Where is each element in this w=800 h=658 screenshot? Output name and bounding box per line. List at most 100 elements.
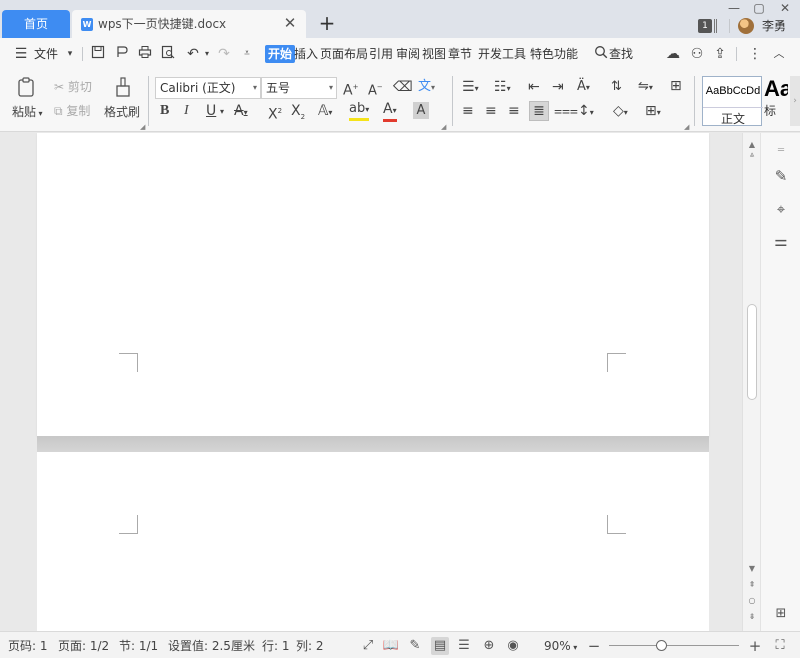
phonetic-guide-icon[interactable]: 文▾ <box>418 78 435 97</box>
decrease-font-size-icon[interactable]: A− <box>368 78 383 100</box>
page-view-icon[interactable]: ▤ <box>431 637 449 655</box>
search-label[interactable]: 查找 <box>609 45 633 63</box>
tab-document[interactable]: W wps下一页快捷键.docx ✕ <box>72 10 306 38</box>
paste-button[interactable]: 粘贴 ▾ <box>12 103 43 123</box>
superscript-button[interactable]: X2 <box>268 102 282 124</box>
show-hide-marks-icon[interactable]: ⇋▾ <box>638 78 653 97</box>
font-size-select[interactable]: 五号 ▾ <box>261 77 337 99</box>
italic-button[interactable]: I <box>184 102 189 120</box>
format-painter-button[interactable]: 格式刷 <box>104 103 140 121</box>
grid-apps-icon[interactable]: ⊞ <box>771 604 791 624</box>
write-mode-icon[interactable]: ✎ <box>406 637 424 655</box>
collaborate-icon[interactable]: ⚇ <box>688 45 706 63</box>
numbered-list-icon[interactable]: ☷▾ <box>494 78 511 98</box>
font-name-select[interactable]: Calibri (正文) ▾ <box>155 77 261 99</box>
fullscreen-icon[interactable]: ⤢ <box>359 637 377 655</box>
sort-icon[interactable]: ⇅ <box>611 78 622 96</box>
menu-start[interactable]: 开始 <box>265 45 296 63</box>
borders-icon[interactable]: ⊞▾ <box>645 102 661 122</box>
zoom-slider-track[interactable] <box>609 645 739 646</box>
clipboard-dialog-launcher[interactable]: ◢ <box>140 123 145 131</box>
status-page-number[interactable]: 页码: 1 <box>8 638 48 654</box>
highlight-color-button[interactable]: ab▾ <box>349 101 370 121</box>
select-browse-object-icon[interactable]: ○ <box>743 595 761 607</box>
outline-view-icon[interactable]: ☰ <box>455 637 473 655</box>
font-dialog-launcher[interactable]: ◢ <box>441 123 446 131</box>
previous-page-icon[interactable]: ⩓ <box>743 149 761 161</box>
close-window-button[interactable]: ✕ <box>775 0 795 16</box>
page-2[interactable] <box>37 452 709 631</box>
underline-dropdown-icon[interactable]: ▾ <box>220 103 224 121</box>
share-icon[interactable]: ⇪ <box>711 45 729 63</box>
menu-developer[interactable]: 开发工具 <box>478 45 526 63</box>
format-painter-icon[interactable] <box>113 76 133 98</box>
status-page-count[interactable]: 页面: 1/2 <box>58 638 109 654</box>
print-icon[interactable] <box>136 45 154 63</box>
menu-review[interactable]: 审阅 <box>396 45 420 63</box>
reading-mode-icon[interactable]: 📖 <box>382 637 400 655</box>
menu-special-features[interactable]: 特色功能 <box>530 45 578 63</box>
status-row[interactable]: 行: 1 <box>262 638 290 654</box>
text-effect-button[interactable]: 𝔸▾ <box>318 102 332 122</box>
search-icon[interactable] <box>592 45 610 63</box>
customize-toolbar-icon[interactable]: ⩡ <box>238 45 256 63</box>
next-page-button[interactable]: ⇟ <box>743 611 761 623</box>
table-borders-icon[interactable]: ⊞ <box>670 77 682 95</box>
paragraph-shading-icon[interactable]: ◇▾ <box>613 102 628 122</box>
save-icon[interactable] <box>89 45 107 63</box>
ribbon-scroll-right-icon[interactable]: › <box>790 76 800 126</box>
chinese-layout-icon[interactable]: Ä▾ <box>577 78 590 97</box>
restore-button[interactable]: ▢ <box>749 0 769 16</box>
print-preview-icon[interactable] <box>159 45 177 63</box>
new-tab-button[interactable]: + <box>318 13 336 33</box>
collapse-ribbon-icon[interactable]: ︿ <box>770 45 788 63</box>
undo-dropdown-icon[interactable]: ▾ <box>198 45 216 63</box>
subscript-button[interactable]: X2 <box>291 102 305 126</box>
align-center-icon[interactable]: ≡ <box>485 102 497 120</box>
bullet-list-icon[interactable]: ☰▾ <box>462 78 479 98</box>
menu-section[interactable]: 章节 <box>448 45 472 63</box>
tab-home[interactable]: 首页 <box>2 10 70 38</box>
status-column[interactable]: 列: 2 <box>296 638 324 654</box>
eye-protection-icon[interactable]: ◉ <box>504 637 522 655</box>
vertical-scrollbar[interactable]: ▲ ⩓ ▼ ⇞ ○ ⇟ <box>742 133 760 631</box>
user-name[interactable]: 李勇 <box>762 17 786 34</box>
panel-handle-icon[interactable]: ═ <box>771 141 791 161</box>
scroll-down-icon[interactable]: ▼ <box>743 563 761 575</box>
menu-file[interactable]: 文件 <box>34 45 58 63</box>
status-section[interactable]: 节: 1/1 <box>119 638 158 654</box>
web-view-icon[interactable]: ⊕ <box>480 637 498 655</box>
menu-references[interactable]: 引用 <box>369 45 393 63</box>
zoom-slider-thumb[interactable] <box>655 640 667 651</box>
page-1[interactable] <box>37 133 709 436</box>
fit-window-icon[interactable]: ⛶ <box>771 637 789 655</box>
edit-pen-icon[interactable]: ✎ <box>771 166 791 186</box>
style-heading[interactable]: Aa 标 <box>764 76 788 126</box>
more-options-icon[interactable]: ⋮ <box>746 45 764 63</box>
menu-insert[interactable]: 插入 <box>294 45 318 63</box>
line-spacing-icon[interactable]: ↕▾ <box>578 102 594 122</box>
increase-font-size-icon[interactable]: A+ <box>343 78 358 100</box>
redo-icon[interactable]: ↷ <box>215 45 233 63</box>
decrease-indent-icon[interactable]: ⇤ <box>528 78 540 96</box>
font-color-button[interactable]: A▾ <box>383 101 397 122</box>
zoom-level[interactable]: 90% ▾ <box>544 638 577 656</box>
export-pdf-icon[interactable] <box>113 45 131 63</box>
align-right-icon[interactable]: ≡ <box>508 102 520 120</box>
minimize-button[interactable]: — <box>724 0 744 16</box>
select-cursor-icon[interactable]: ⌖ <box>771 199 791 219</box>
status-setting-value[interactable]: 设置值: 2.5厘米 <box>168 638 255 654</box>
window-list-icon[interactable] <box>714 19 717 33</box>
cloud-sync-icon[interactable]: ☁ <box>664 45 682 63</box>
zoom-out-icon[interactable]: − <box>585 637 603 655</box>
justify-icon[interactable]: ≣ <box>529 101 549 121</box>
bold-button[interactable]: B <box>160 102 169 120</box>
style-normal[interactable]: AaBbCcDd 正文 <box>702 76 763 126</box>
increase-indent-icon[interactable]: ⇥ <box>552 78 564 96</box>
menu-view[interactable]: 视图 <box>422 45 446 63</box>
clear-format-icon[interactable]: ⌫ <box>393 78 413 96</box>
scrollbar-thumb[interactable] <box>747 304 757 400</box>
underline-button[interactable]: U <box>206 102 216 120</box>
close-tab-icon[interactable]: ✕ <box>282 15 298 31</box>
cut-button[interactable]: ✂ 剪切 <box>54 78 92 96</box>
